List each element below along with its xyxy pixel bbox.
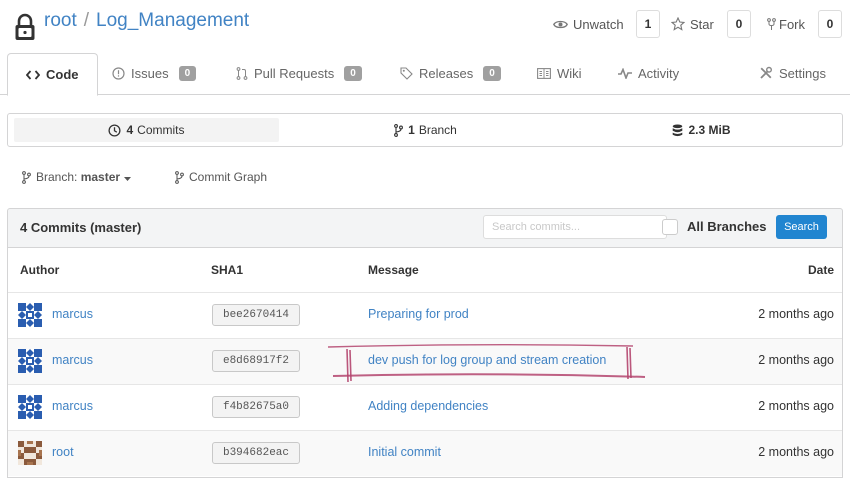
branch-icon	[394, 123, 404, 137]
branches-stat[interactable]: 1 Branch	[293, 118, 558, 142]
tab-activity-label: Activity	[638, 65, 680, 81]
commit-message-link[interactable]: Adding dependencies	[368, 399, 488, 413]
fork-icon	[767, 17, 776, 31]
commit-date: 2 months ago	[758, 399, 834, 413]
column-header-message: Message	[368, 263, 419, 277]
commit-date: 2 months ago	[758, 445, 834, 459]
commit-author-link[interactable]: marcus	[52, 307, 93, 321]
commit-sha-button[interactable]: f4b82675a0	[212, 396, 300, 418]
tab-activity[interactable]: Activity	[618, 52, 679, 94]
tab-settings[interactable]: Settings	[759, 52, 826, 94]
commit-author-link[interactable]: root	[52, 445, 74, 459]
fork-button[interactable]: Fork	[767, 11, 805, 37]
branches-count: 1	[408, 123, 415, 137]
all-branches-checkbox[interactable]	[662, 219, 678, 235]
database-icon	[672, 124, 683, 137]
repo-stats-bar: 4 Commits 1 Branch 2.3 MiB	[7, 113, 843, 147]
tab-pull-requests[interactable]: Pull Requests 0	[236, 52, 362, 94]
table-row: marcus e8d68917f2 dev push for log group…	[8, 338, 842, 384]
commit-date: 2 months ago	[758, 353, 834, 367]
commit-sha-button[interactable]: b394682eac	[212, 442, 300, 464]
issue-icon	[112, 66, 125, 80]
tab-releases[interactable]: Releases 0	[400, 52, 501, 94]
commit-message-link[interactable]: Preparing for prod	[368, 307, 469, 321]
pulse-icon	[618, 67, 632, 79]
pull-request-icon	[236, 66, 248, 80]
search-commits-input[interactable]	[483, 215, 667, 239]
tab-issues-label: Issues	[131, 65, 169, 81]
avatar	[18, 349, 42, 373]
caret-down-icon	[124, 170, 132, 184]
avatar	[18, 395, 42, 419]
avatar	[18, 303, 42, 327]
eye-icon	[553, 19, 568, 30]
search-button[interactable]: Search	[776, 215, 827, 239]
fork-count[interactable]: 0	[818, 10, 842, 38]
commits-stat[interactable]: 4 Commits	[14, 118, 279, 142]
repo-size: 2.3 MiB	[688, 123, 731, 137]
book-icon	[537, 67, 551, 79]
repo-name-link[interactable]: Log_Management	[96, 10, 249, 31]
commit-author-link[interactable]: marcus	[52, 353, 93, 367]
table-row: root b394682eac Initial commit 2 months …	[8, 430, 842, 476]
tab-releases-label: Releases	[419, 65, 474, 81]
tab-wiki-label: Wiki	[557, 65, 582, 81]
column-header-date: Date	[807, 263, 834, 277]
table-row: marcus f4b82675a0 Adding dependencies 2 …	[8, 384, 842, 430]
tab-pull-requests-label: Pull Requests	[254, 65, 335, 81]
star-icon	[671, 17, 685, 31]
all-branches-label[interactable]: All Branches	[687, 219, 766, 234]
commit-sha-button[interactable]: bee2670414	[212, 304, 300, 326]
size-stat: 2.3 MiB	[571, 118, 836, 142]
unwatch-label: Unwatch	[573, 16, 624, 32]
repo-separator: /	[83, 10, 90, 31]
fork-label: Fork	[779, 16, 805, 32]
repo-owner-link[interactable]: root	[44, 10, 77, 31]
avatar	[18, 441, 42, 465]
commit-date: 2 months ago	[758, 307, 834, 321]
column-header-sha1: SHA1	[211, 263, 244, 277]
commits-stat-label: Commits	[137, 123, 185, 137]
branch-selector[interactable]: Branch: master	[22, 166, 132, 188]
branch-value: master	[80, 170, 121, 184]
unwatch-button[interactable]: Unwatch	[553, 11, 624, 37]
tab-settings-label: Settings	[779, 65, 826, 81]
commit-graph-link[interactable]: Commit Graph	[175, 166, 267, 188]
issues-count-badge: 0	[178, 65, 197, 81]
commit-message-link[interactable]: dev push for log group and stream creati…	[368, 353, 606, 367]
history-icon	[108, 123, 122, 137]
tab-wiki[interactable]: Wiki	[537, 52, 582, 94]
commits-panel-header: 4 Commits (master) All Branches Search	[7, 208, 843, 248]
branch-prefix: Branch:	[36, 170, 78, 184]
pull-requests-count-badge: 0	[344, 65, 362, 81]
tab-issues[interactable]: Issues 0	[112, 52, 197, 94]
tag-icon	[400, 66, 413, 80]
releases-count-badge: 0	[483, 65, 501, 81]
repo-title: root / Log_Management	[44, 10, 249, 32]
tab-code-label: Code	[46, 67, 79, 82]
tools-icon	[759, 66, 773, 80]
commit-graph-label: Commit Graph	[189, 170, 268, 184]
table-row: marcus bee2670414 Preparing for prod 2 m…	[8, 292, 842, 338]
commit-author-link[interactable]: marcus	[52, 399, 93, 413]
watch-count[interactable]: 1	[636, 10, 660, 38]
star-label: Star	[690, 16, 714, 32]
branch-icon	[22, 170, 31, 184]
star-count[interactable]: 0	[727, 10, 751, 38]
star-button[interactable]: Star	[671, 11, 714, 37]
code-icon	[26, 69, 40, 80]
branches-stat-label: Branch	[418, 123, 457, 137]
commits-count: 4	[126, 123, 134, 137]
tab-code[interactable]: Code	[7, 53, 98, 96]
commit-message-link[interactable]: Initial commit	[368, 445, 441, 459]
repo-header: root / Log_Management Unwatch 1 Star 0 For…	[0, 0, 850, 52]
commits-table: Author SHA1 Message Date marcus bee26704…	[7, 247, 843, 478]
lock-icon	[15, 13, 35, 40]
branch-icon	[175, 170, 184, 184]
column-header-author: Author	[20, 263, 60, 277]
commit-sha-button[interactable]: e8d68917f2	[212, 350, 300, 372]
repo-tabs: Code Issues 0 Pull Requests 0 Releases 0…	[0, 52, 850, 96]
commits-panel-title: 4 Commits (master)	[20, 220, 142, 235]
